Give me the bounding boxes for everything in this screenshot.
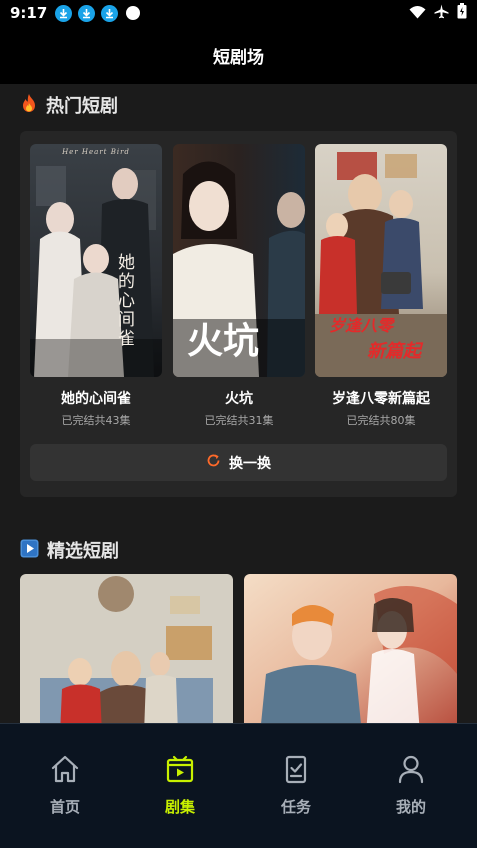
poster-title-text: 岁逢八零 bbox=[329, 316, 394, 335]
play-tv-icon bbox=[164, 754, 196, 788]
poster-title-text: 她的心间雀 bbox=[118, 253, 135, 349]
drama-episodes-3: 已完结共80集 bbox=[346, 414, 416, 427]
refresh-label: 换一换 bbox=[229, 455, 271, 472]
notification-dot-icon bbox=[126, 6, 141, 20]
tab-profile-label: 我的 bbox=[395, 798, 426, 816]
page-header: 短剧场 bbox=[0, 26, 477, 84]
bottom-tab-bar: 首页 剧集 任务 我的 bbox=[0, 723, 477, 848]
tab-home[interactable]: 首页 bbox=[25, 754, 105, 817]
download-icon bbox=[55, 4, 73, 22]
drama-poster-1[interactable]: Her Heart Bird 她的心间雀 bbox=[30, 144, 162, 377]
featured-section-header: 精选短剧 bbox=[20, 537, 119, 563]
featured-poster-1[interactable] bbox=[20, 574, 233, 734]
drama-poster-3[interactable]: 岁逢八零 新篇起 bbox=[315, 144, 447, 377]
tab-home-label: 首页 bbox=[49, 798, 80, 816]
status-time: 9:17 bbox=[10, 4, 48, 22]
drama-title-2[interactable]: 火坑 bbox=[168, 388, 310, 408]
task-icon bbox=[280, 754, 312, 788]
drama-episodes-1: 已完结共43集 bbox=[61, 414, 131, 427]
featured-section-title: 精选短剧 bbox=[47, 541, 119, 562]
download-icon bbox=[101, 4, 119, 22]
tab-profile[interactable]: 我的 bbox=[371, 754, 451, 817]
drama-title-3[interactable]: 岁逢八零新篇起 bbox=[310, 388, 452, 408]
fire-icon bbox=[20, 93, 38, 117]
status-bar: 9:17 bbox=[0, 0, 477, 26]
tab-dramas-label: 剧集 bbox=[164, 798, 195, 816]
airplane-icon bbox=[434, 4, 449, 23]
drama-title-1[interactable]: 她的心间雀 bbox=[25, 388, 167, 408]
wifi-icon bbox=[409, 4, 426, 23]
poster-title-text: 新篇起 bbox=[367, 341, 421, 362]
tab-dramas[interactable]: 剧集 bbox=[140, 754, 220, 817]
hot-section-header: 热门短剧 bbox=[20, 92, 118, 118]
drama-poster-2[interactable]: 火坑 bbox=[173, 144, 305, 377]
home-icon bbox=[49, 754, 81, 788]
download-icon bbox=[78, 4, 96, 22]
refresh-icon bbox=[206, 453, 221, 472]
drama-episodes-2: 已完结共31集 bbox=[204, 414, 274, 427]
refresh-button[interactable]: 换一换 bbox=[30, 444, 447, 481]
featured-poster-2[interactable] bbox=[244, 574, 457, 734]
tab-tasks-label: 任务 bbox=[280, 798, 311, 816]
play-button-icon bbox=[20, 539, 39, 562]
poster-title-text: 火坑 bbox=[187, 320, 260, 362]
hot-section-title: 热门短剧 bbox=[46, 96, 118, 117]
tab-tasks[interactable]: 任务 bbox=[256, 754, 336, 817]
page-title: 短剧场 bbox=[213, 47, 264, 68]
user-icon bbox=[395, 754, 427, 788]
poster-header-text: Her Heart Bird bbox=[62, 148, 130, 156]
battery-icon bbox=[457, 3, 467, 23]
screen: 9:17 短剧场 热门短剧 Her Heart Bird 她的心间雀 火坑 岁逢… bbox=[0, 0, 477, 848]
